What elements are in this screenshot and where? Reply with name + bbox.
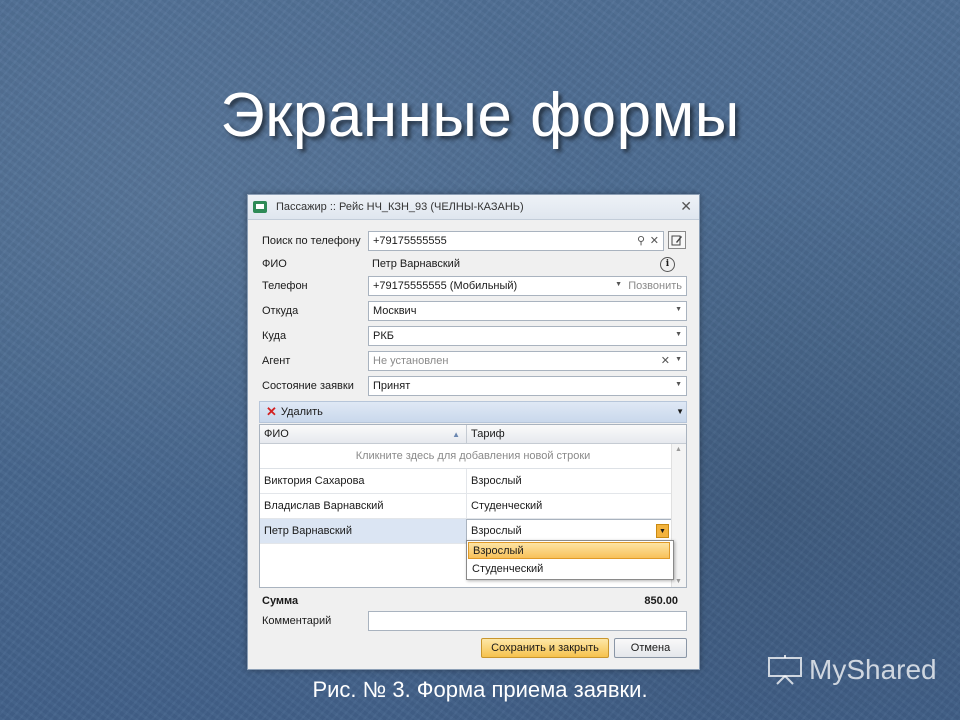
phone-value: +79175555555 (Мобильный) [373, 280, 518, 292]
scroll-up-icon[interactable]: ▲ [675, 446, 682, 453]
comment-row: Комментарий [262, 611, 368, 631]
grid-header: ФИО ▲ Тариф [260, 425, 686, 444]
fio-label: ФИО [262, 258, 287, 270]
delete-icon[interactable]: ✕ [266, 404, 277, 420]
to-value: РКБ [373, 330, 394, 342]
phone-label: Телефон [262, 280, 308, 292]
fio-value: Петр Варнавский [372, 258, 460, 270]
search-label: Поиск по телефону [262, 235, 361, 247]
passenger-window: Пассажир :: Рейс НЧ_КЗН_93 (ЧЕЛНЫ-КАЗАНЬ… [247, 194, 700, 670]
search-phone-input[interactable]: +79175555555 ⚲ ✕ [368, 231, 664, 251]
cell-fio: Владислав Варнавский [264, 500, 384, 512]
agent-label: Агент [262, 355, 291, 367]
comment-label: Комментарий [262, 615, 332, 627]
bus-app-icon [253, 201, 267, 213]
search-icon[interactable]: ⚲ [637, 234, 645, 247]
chevron-down-icon[interactable]: ▼ [675, 356, 682, 363]
window-titlebar: Пассажир :: Рейс НЧ_КЗН_93 (ЧЕЛНЫ-КАЗАНЬ… [248, 195, 699, 220]
table-row[interactable]: Виктория Сахарова Взрослый [260, 469, 672, 494]
clear-search-icon[interactable]: ✕ [650, 234, 659, 247]
status-row: Состояние заявки [262, 376, 368, 396]
to-label: Куда [262, 330, 287, 342]
status-select[interactable]: Принят ▼ [368, 376, 687, 396]
column-header-tariff[interactable]: Тариф [466, 425, 672, 443]
grid-toolbar: ✕ Удалить ▼ [259, 401, 687, 423]
column-header-fio[interactable]: ФИО ▲ [260, 425, 466, 443]
search-phone-value: +79175555555 [373, 235, 447, 247]
sum-row: Сумма 850.00 [262, 593, 688, 609]
agent-placeholder: Не установлен [373, 355, 449, 367]
tariff-dropdown: Взрослый Студенческий [466, 540, 674, 580]
cell-fio: Петр Варнавский [264, 525, 352, 537]
search-row: Поиск по телефону [262, 231, 368, 251]
sum-value: 850.00 [644, 595, 678, 607]
from-row: Откуда [262, 301, 368, 321]
table-row[interactable]: Владислав Варнавский Студенческий [260, 494, 672, 519]
sum-label: Сумма [262, 595, 299, 607]
watermark: MyShared [767, 654, 937, 686]
chevron-down-icon[interactable]: ▼ [615, 281, 622, 288]
chevron-down-icon[interactable]: ▼ [656, 524, 669, 538]
from-value: Москвич [373, 305, 417, 317]
scroll-down-icon[interactable]: ▼ [675, 578, 682, 585]
status-label: Состояние заявки [262, 380, 354, 392]
cell-tariff: Студенческий [466, 494, 672, 518]
from-label: Откуда [262, 305, 299, 317]
tariff-editor-value: Взрослый [471, 525, 522, 537]
chevron-down-icon[interactable]: ▼ [675, 381, 682, 388]
chevron-down-icon[interactable]: ▼ [675, 306, 682, 313]
agent-row: Агент [262, 351, 368, 371]
cancel-button[interactable]: Отмена [614, 638, 687, 658]
sort-asc-icon: ▲ [452, 429, 460, 439]
presentation-icon [768, 655, 802, 685]
save-close-button[interactable]: Сохранить и закрыть [481, 638, 609, 658]
clear-agent-icon[interactable]: ✕ [661, 354, 670, 367]
edit-button[interactable] [668, 231, 686, 249]
new-row-hint[interactable]: Кликните здесь для добавления новой стро… [260, 444, 686, 469]
cell-fio: Виктория Сахарова [264, 475, 365, 487]
close-icon[interactable]: ✕ [680, 198, 692, 215]
window-title: Пассажир :: Рейс НЧ_КЗН_93 (ЧЕЛНЫ-КАЗАНЬ… [276, 201, 524, 213]
to-row: Куда [262, 326, 368, 346]
delete-button[interactable]: Удалить [281, 406, 323, 418]
status-value: Принят [373, 380, 411, 392]
dropdown-option[interactable]: Студенческий [468, 560, 670, 577]
dropdown-option[interactable]: Взрослый [468, 542, 670, 559]
phone-row: Телефон [262, 276, 368, 296]
from-select[interactable]: Москвич ▼ [368, 301, 687, 321]
edit-icon [671, 235, 682, 246]
comment-input[interactable] [368, 611, 687, 631]
chevron-down-icon[interactable]: ▼ [675, 331, 682, 338]
fio-row: ФИО [262, 254, 368, 274]
phone-select[interactable]: +79175555555 (Мобильный) ▼ Позвонить [368, 276, 687, 296]
toolbar-overflow-icon[interactable]: ▼ [676, 407, 684, 416]
call-link[interactable]: Позвонить [628, 280, 682, 292]
agent-select[interactable]: Не установлен ✕ ▼ [368, 351, 687, 371]
slide-title: Экранные формы [220, 81, 740, 150]
watermark-text: MyShared [809, 654, 937, 685]
cell-tariff: Взрослый [466, 469, 672, 493]
info-icon[interactable]: i [660, 257, 675, 272]
to-select[interactable]: РКБ ▼ [368, 326, 687, 346]
